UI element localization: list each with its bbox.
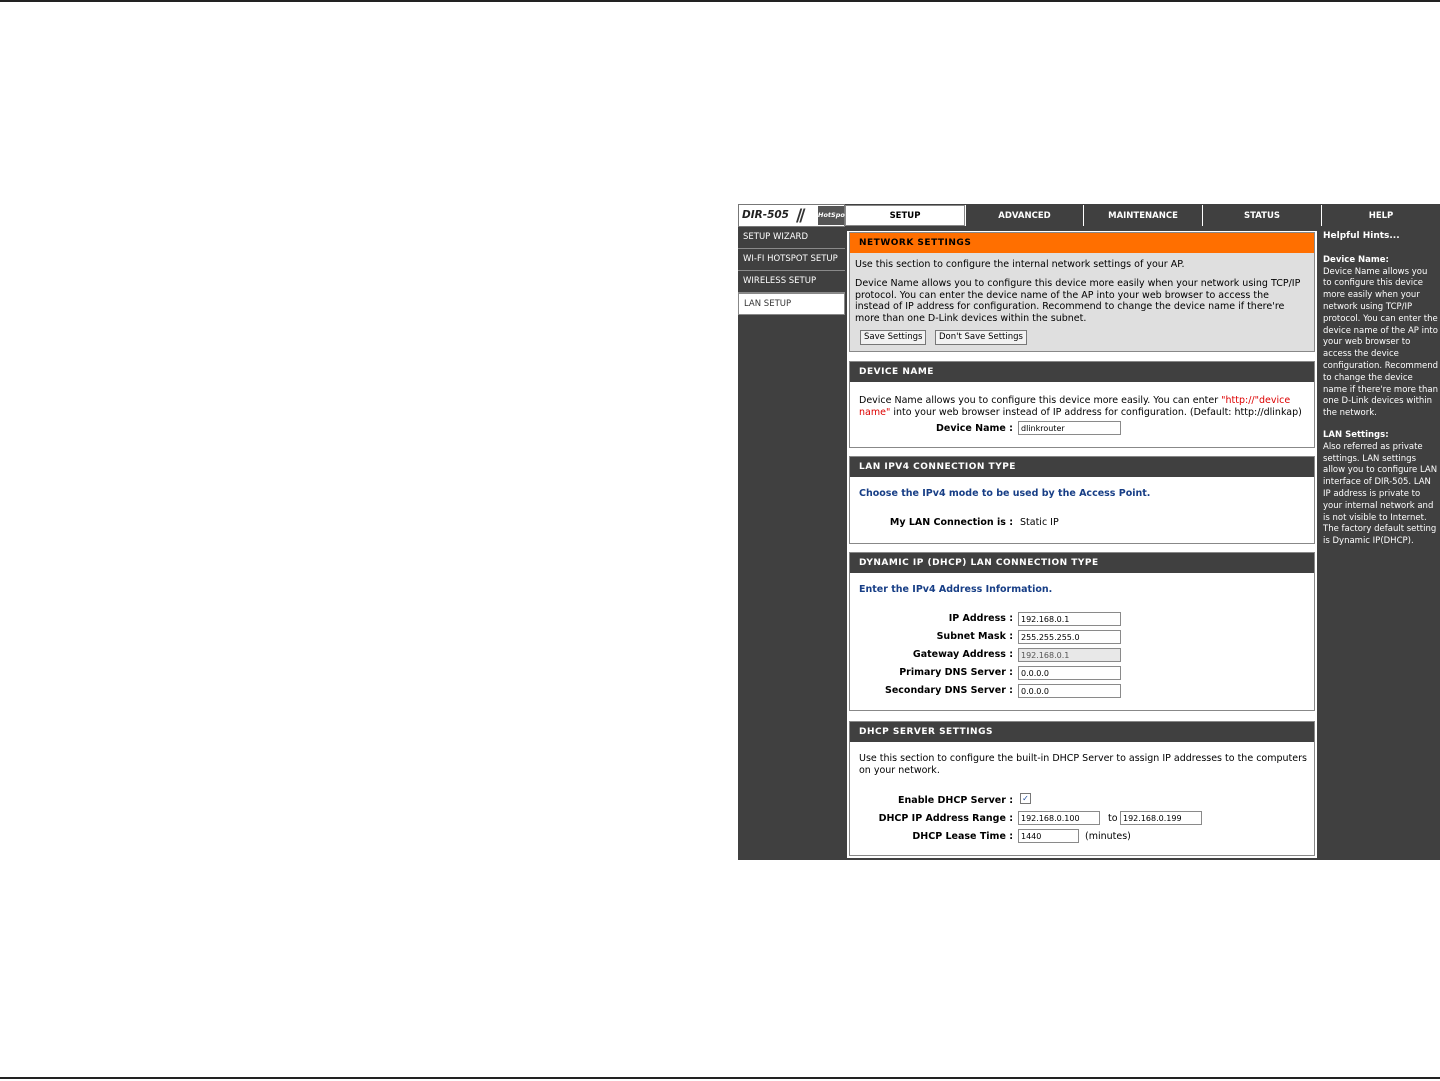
subnet-mask-label: Subnet Mask :	[936, 631, 1013, 642]
lan-connection-label: My LAN Connection is :	[889, 517, 1013, 528]
product-logo: DIR-505 // HotSpot	[738, 204, 848, 227]
ip-address-label: IP Address :	[948, 613, 1013, 624]
logo-slashes: //	[796, 206, 806, 226]
lan-connection-value: Static IP	[1020, 517, 1059, 528]
help-device-name-text: Device Name allows you to configure this…	[1323, 266, 1438, 419]
device-name-title: DEVICE NAME	[850, 362, 1314, 382]
sidebar-item-lan-setup[interactable]: LAN SETUP	[738, 293, 845, 315]
save-settings-button[interactable]: Save Settings	[860, 330, 927, 345]
top-tabs: SETUP ADVANCED MAINTENANCE STATUS HELP	[845, 204, 1440, 227]
subnet-mask-input[interactable]: 255.255.255.0	[1018, 630, 1121, 644]
lan-ipv4-box: LAN IPV4 CONNECTION TYPE Choose the IPv4…	[849, 456, 1315, 544]
enable-dhcp-label: Enable DHCP Server :	[898, 795, 1013, 806]
tab-status[interactable]: STATUS	[1202, 205, 1321, 226]
device-desc-1: Device Name allows you to configure this…	[859, 395, 1222, 406]
tab-advanced[interactable]: ADVANCED	[965, 205, 1083, 226]
dhcp-range-end-input[interactable]: 192.168.0.199	[1120, 811, 1202, 825]
dhcp-server-description: Use this section to configure the built-…	[859, 753, 1307, 776]
help-title: Helpful Hints...	[1323, 231, 1400, 241]
logo-model: DIR-505	[742, 209, 789, 221]
sidebar: SETUP WIZARD WI-FI HOTSPOT SETUP WIRELES…	[738, 227, 845, 315]
tab-help[interactable]: HELP	[1321, 205, 1440, 226]
dhcp-connection-box: DYNAMIC IP (DHCP) LAN CONNECTION TYPE En…	[849, 552, 1315, 711]
secondary-dns-label: Secondary DNS Server :	[885, 685, 1013, 696]
top-rule	[0, 0, 1440, 2]
sidebar-item-setup-wizard[interactable]: SETUP WIZARD	[738, 227, 845, 249]
network-settings-box: NETWORK SETTINGS Use this section to con…	[849, 232, 1315, 352]
gateway-label: Gateway Address :	[912, 649, 1013, 660]
device-name-label: Device Name :	[936, 423, 1013, 434]
tab-maintenance[interactable]: MAINTENANCE	[1083, 205, 1202, 226]
tab-setup[interactable]: SETUP	[845, 205, 965, 226]
dhcp-server-box: DHCP SERVER SETTINGS Use this section to…	[849, 721, 1315, 856]
primary-dns-input[interactable]: 0.0.0.0	[1018, 666, 1121, 680]
device-name-input[interactable]: dlinkrouter	[1018, 421, 1121, 435]
dont-save-settings-button[interactable]: Don't Save Settings	[935, 330, 1027, 345]
network-settings-title: NETWORK SETTINGS	[850, 233, 1314, 253]
device-name-box: DEVICE NAME Device Name allows you to co…	[849, 361, 1315, 448]
device-name-description: Device Name allows you to configure this…	[850, 395, 1316, 418]
helpful-hints: Helpful Hints... Device Name: Device Nam…	[1323, 231, 1438, 548]
primary-dns-label: Primary DNS Server :	[899, 667, 1013, 678]
lease-time-label: DHCP Lease Time :	[912, 831, 1013, 842]
network-description: Device Name allows you to configure this…	[855, 278, 1301, 324]
secondary-dns-input[interactable]: 0.0.0.0	[1018, 684, 1121, 698]
gateway-input: 192.168.0.1	[1018, 648, 1121, 662]
sidebar-item-wireless-setup[interactable]: WIRELESS SETUP	[738, 271, 845, 293]
dhcp-connection-title: DYNAMIC IP (DHCP) LAN CONNECTION TYPE	[850, 553, 1314, 573]
dhcp-range-start-input[interactable]: 192.168.0.100	[1018, 811, 1100, 825]
help-device-name-title: Device Name:	[1323, 254, 1389, 265]
bottom-rule	[0, 1077, 1440, 1079]
lease-minutes: (minutes)	[1085, 831, 1131, 842]
ipv4-info-prompt: Enter the IPv4 Address Information.	[859, 584, 1053, 595]
lan-ipv4-title: LAN IPV4 CONNECTION TYPE	[850, 457, 1314, 477]
network-intro: Use this section to configure the intern…	[855, 259, 1185, 270]
logo-hotspot: HotSpot	[818, 206, 848, 225]
lease-time-input[interactable]: 1440	[1018, 829, 1079, 843]
router-ui: DIR-505 // HotSpot SETUP ADVANCED MAINTE…	[738, 204, 1440, 860]
enable-dhcp-checkbox[interactable]: ✓	[1020, 793, 1031, 804]
ip-address-input[interactable]: 192.168.0.1	[1018, 612, 1121, 626]
dhcp-range-to: to	[1108, 813, 1118, 824]
ipv4-mode-prompt: Choose the IPv4 mode to be used by the A…	[859, 488, 1151, 499]
dhcp-server-title: DHCP SERVER SETTINGS	[850, 722, 1314, 742]
dhcp-range-label: DHCP IP Address Range :	[878, 813, 1013, 824]
main-content: NETWORK SETTINGS Use this section to con…	[847, 231, 1317, 858]
help-lan-text: Also referred as private settings. LAN s…	[1323, 441, 1438, 547]
sidebar-item-wifi-hotspot-setup[interactable]: WI-FI HOTSPOT SETUP	[738, 249, 845, 271]
device-desc-2: into your web browser instead of IP addr…	[890, 406, 1302, 418]
help-lan-title: LAN Settings:	[1323, 429, 1389, 440]
